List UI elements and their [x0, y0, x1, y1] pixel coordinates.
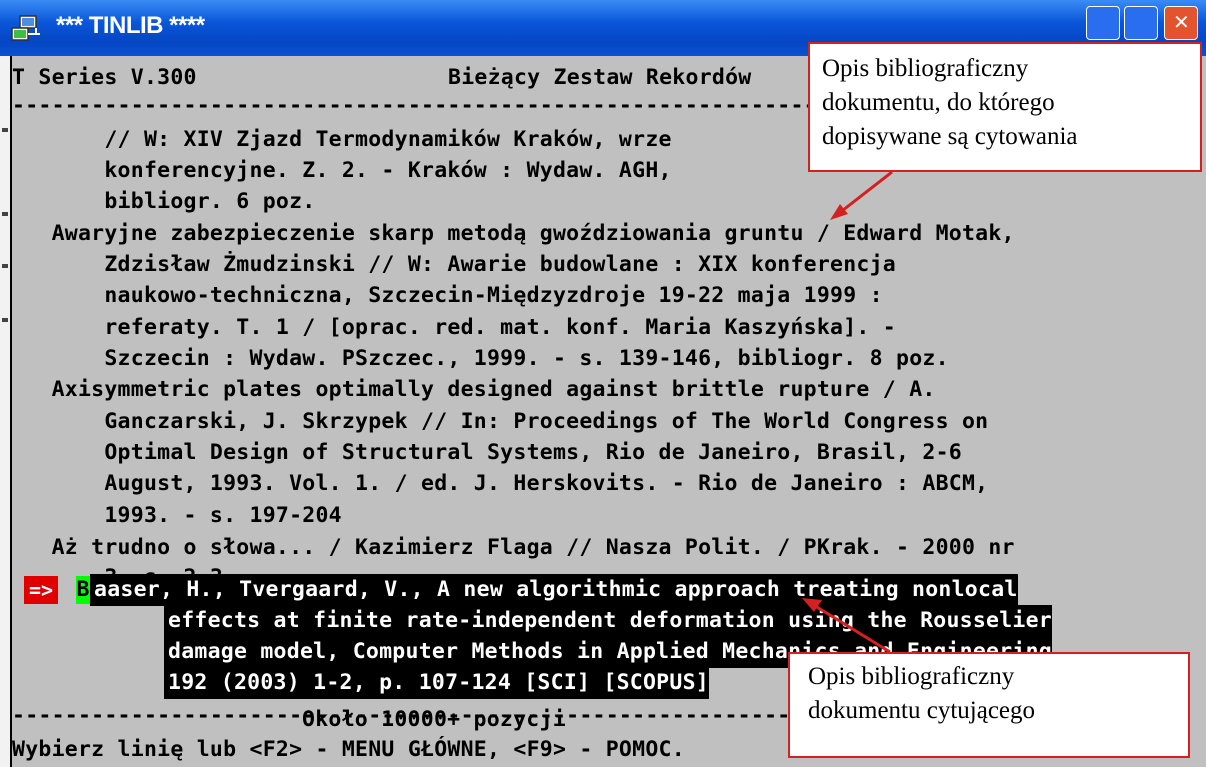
record-line[interactable]: konferencyjne. Z. 2. - Kraków : Wydaw. A… — [12, 155, 685, 187]
record-line[interactable]: referaty. T. 1 / [oprac. red. mat. konf.… — [12, 312, 896, 344]
background-window-strip — [0, 56, 10, 767]
record-count: Około 10000+ pozycji — [302, 707, 566, 732]
selected-record-line[interactable]: effects at finite rate-independent defor… — [164, 605, 1053, 637]
close-button[interactable] — [1164, 6, 1198, 40]
record-line[interactable]: Ganczarski, J. Skrzypek // In: Proceedin… — [12, 406, 988, 438]
maximize-button[interactable] — [1124, 6, 1158, 40]
tinlib-window: *** TINLIB **** T Series V.300 Bieżący Z… — [0, 0, 1206, 767]
annotation-callout-citing-record: Opis bibliograficzny dokumentu cytująceg… — [788, 652, 1190, 758]
selected-record-line[interactable]: aaser, H., Tvergaard, V., A new algorith… — [90, 574, 1018, 606]
record-line[interactable]: Axisymmetric plates optimally designed a… — [12, 374, 936, 406]
record-line[interactable]: 1993. - s. 197-204 — [12, 500, 342, 532]
record-line[interactable]: Optimal Design of Structural Systems, Ri… — [12, 437, 962, 469]
record-line[interactable]: Szczecin : Wydaw. PSzczec., 1999. - s. 1… — [12, 343, 949, 375]
record-line[interactable]: August, 1993. Vol. 1. / ed. J. Herskovit… — [12, 468, 988, 500]
callout-line: Opis bibliograficzny — [822, 55, 1029, 82]
callout-line: dopisywane są cytowania — [822, 123, 1078, 150]
network-app-icon — [11, 15, 40, 41]
record-line[interactable]: naukowo-techniczna, Szczecin-Międzyzdroj… — [12, 280, 883, 312]
selection-pointer: => — [24, 576, 58, 604]
record-line[interactable]: // W: XIV Zjazd Termodynamików Kraków, w… — [12, 124, 672, 156]
callout-line: dokumentu cytującego — [808, 697, 1036, 724]
selected-record-line[interactable]: 192 (2003) 1-2, p. 107-124 [SCI] [SCOPUS… — [164, 667, 709, 699]
cursor-character: B — [76, 576, 90, 604]
record-line[interactable]: bibliogr. 6 poz. — [12, 186, 315, 218]
record-line[interactable]: Aż trudno o słowa... / Kazimierz Flaga /… — [12, 532, 1015, 564]
minimize-button[interactable] — [1086, 6, 1120, 40]
annotation-callout-host-record: Opis bibliograficzny dokumentu, do które… — [808, 42, 1202, 172]
command-prompt: Wybierz linię lub <F2> - MENU GŁÓWNE, <F… — [12, 737, 685, 762]
record-line[interactable]: Zdzisław Żmudzinski // W: Awarie budowla… — [12, 249, 896, 281]
callout-line: dokumentu, do którego — [822, 89, 1055, 116]
callout-line: Opis bibliograficzny — [808, 663, 1015, 690]
window-title: *** TINLIB **** — [56, 12, 205, 39]
record-line[interactable]: Awaryjne zabezpieczenie skarp metodą gwo… — [12, 218, 1015, 250]
